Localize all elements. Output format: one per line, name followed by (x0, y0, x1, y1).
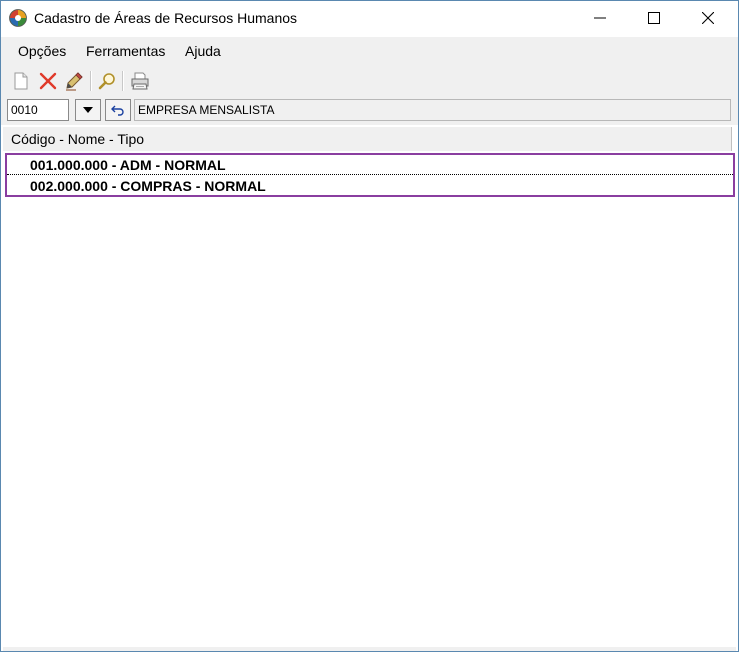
company-dropdown-button[interactable] (75, 99, 101, 121)
title-bar[interactable]: Cadastro de Áreas de Recursos Humanos (1, 1, 738, 35)
minimize-button[interactable] (573, 1, 627, 35)
edit-pencil-icon (66, 72, 83, 91)
edit-button[interactable] (63, 70, 85, 92)
toolbar-separator (122, 71, 124, 91)
new-button[interactable] (10, 70, 32, 92)
menu-ferramentas[interactable]: Ferramentas (86, 43, 165, 59)
main-window: Cadastro de Áreas de Recursos Humanos Op… (0, 0, 739, 652)
undo-arrow-icon (111, 105, 124, 116)
menu-ajuda[interactable]: Ajuda (185, 43, 221, 59)
undo-button[interactable] (105, 99, 131, 121)
delete-x-icon (39, 72, 57, 90)
toolbar-separator (90, 71, 92, 91)
company-name-field: EMPRESA MENSALISTA (134, 99, 731, 121)
printer-icon (131, 72, 149, 90)
maximize-icon (648, 12, 660, 24)
filter-row: EMPRESA MENSALISTA (1, 95, 738, 125)
list-item[interactable]: 001.000.000 - ADM - NORMAL (7, 155, 733, 175)
search-button[interactable] (96, 70, 118, 92)
maximize-button[interactable] (627, 1, 681, 35)
list-selection-frame: 001.000.000 - ADM - NORMAL 002.000.000 -… (5, 153, 735, 197)
close-icon (702, 12, 714, 24)
search-magnifier-icon (98, 73, 115, 90)
delete-button[interactable] (37, 70, 59, 92)
globe-app-icon (9, 9, 27, 27)
menu-bar: Opções Ferramentas Ajuda (1, 37, 738, 65)
company-code-input[interactable] (7, 99, 69, 121)
column-header-label: Código - Nome - Tipo (11, 131, 145, 147)
minimize-icon (594, 17, 606, 19)
menu-opcoes[interactable]: Opções (18, 43, 66, 59)
window-title: Cadastro de Áreas de Recursos Humanos (34, 10, 298, 26)
areas-list[interactable]: 001.000.000 - ADM - NORMAL 002.000.000 -… (3, 151, 736, 647)
list-item[interactable]: 002.000.000 - COMPRAS - NORMAL (7, 176, 733, 196)
status-strip (3, 647, 736, 651)
chevron-down-icon (83, 107, 93, 113)
toolbar (1, 65, 738, 95)
close-button[interactable] (681, 1, 735, 35)
print-button[interactable] (129, 70, 151, 92)
new-document-icon (14, 72, 28, 90)
column-header[interactable]: Código - Nome - Tipo (3, 127, 732, 151)
